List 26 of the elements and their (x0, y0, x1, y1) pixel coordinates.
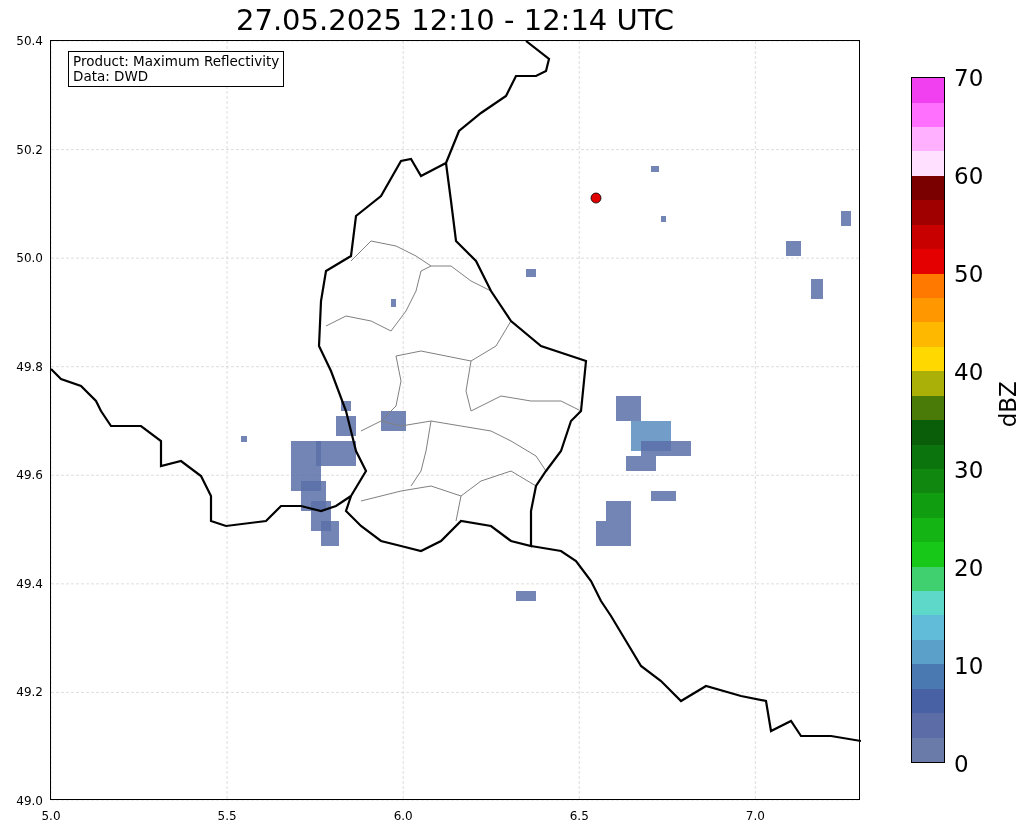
colorbar-tick-label: 70 (954, 66, 984, 90)
y-tick-label: 49.6 (16, 467, 43, 485)
y-tick-label: 50.4 (16, 33, 43, 50)
y-tick-label: 49.0 (16, 793, 43, 810)
colorbar-tick-label: 50 (954, 262, 984, 286)
info-text: Data: DWD (73, 69, 150, 84)
colorbar-label: dBZ (993, 381, 1022, 428)
x-tick-label: 7.0 (745, 808, 765, 825)
y-tick-label: 50.0 (16, 250, 43, 268)
info-text: Product: Maximum Reflectivity (73, 54, 280, 69)
colorbar-tick-label: 40 (954, 360, 984, 384)
y-tick-label: 49.8 (16, 358, 43, 376)
colorbar-tick-label: 10 (954, 654, 984, 678)
x-tick-label: 6.5 (569, 808, 589, 825)
y-tick-label: 50.2 (16, 141, 43, 159)
colorbar-tick-label: 60 (954, 164, 984, 188)
y-tick-label: 49.4 (16, 575, 43, 593)
x-tick-label: 5.5 (217, 808, 237, 825)
radar-site-marker-icon (590, 192, 602, 204)
colorbar-tick-label: 0 (954, 752, 969, 776)
y-tick-label: 49.2 (16, 684, 43, 702)
x-tick-label: 5.0 (41, 808, 61, 825)
colorbar-tick-label: 20 (954, 556, 984, 580)
chart-title: 27.05.2025 12:10 - 12:14 UTC (235, 2, 675, 39)
x-tick-label: 6.0 (393, 808, 413, 825)
colorbar-tick-label: 30 (954, 458, 984, 482)
